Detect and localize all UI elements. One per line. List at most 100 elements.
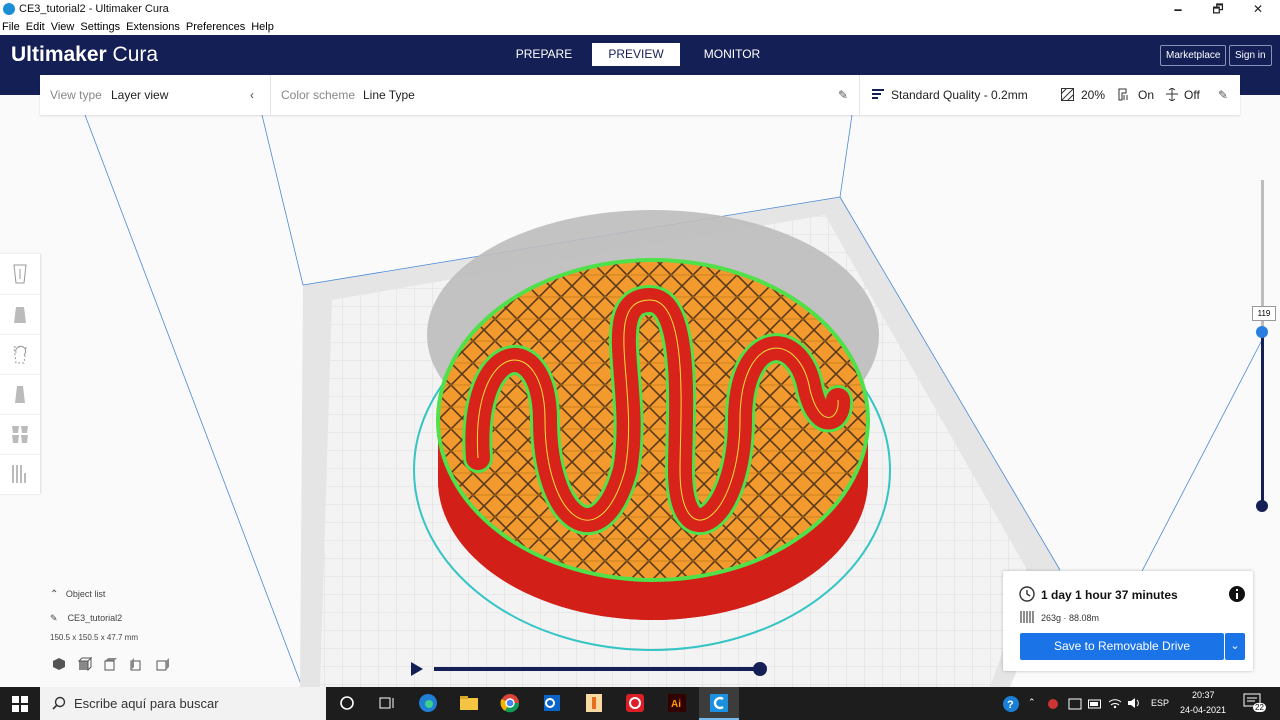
clock-time[interactable]: 20:37	[1192, 690, 1215, 700]
rotate-tool[interactable]	[0, 334, 40, 375]
layer-slider-bottom-handle[interactable]	[1256, 500, 1268, 512]
wifi-icon[interactable]	[1108, 697, 1122, 709]
signin-button[interactable]: Sign in	[1229, 45, 1272, 66]
taskbar-search-box[interactable]: Escribe aquí para buscar	[40, 687, 326, 720]
clock-date[interactable]: 24-04-2021	[1180, 705, 1226, 715]
per-model-settings-icon	[12, 426, 28, 443]
quality-profile-icon	[872, 88, 884, 103]
menu-view[interactable]: View	[51, 19, 75, 35]
simulation-track[interactable]	[434, 667, 762, 671]
edge-icon[interactable]	[418, 693, 438, 713]
mirror-tool[interactable]	[0, 374, 40, 415]
layer-slider[interactable]	[1261, 180, 1264, 508]
windows-start-icon[interactable]	[12, 696, 28, 712]
notification-center[interactable]: 22	[1243, 693, 1266, 715]
top-view-icon[interactable]	[104, 657, 118, 671]
chevron-left-icon[interactable]: ‹	[250, 88, 254, 102]
save-options-dropdown[interactable]: ⌄	[1225, 633, 1245, 660]
simulation-playbar	[410, 660, 770, 678]
cura-taskbar-button[interactable]	[699, 687, 739, 720]
info-icon[interactable]	[1229, 586, 1245, 602]
menu-extensions[interactable]: Extensions	[126, 19, 180, 35]
tray-chevron-icon[interactable]: ⌃	[1028, 697, 1036, 708]
support-value[interactable]: On	[1138, 88, 1154, 102]
tool-sidebar	[0, 254, 40, 495]
svg-text:?: ?	[1007, 699, 1014, 711]
play-icon[interactable]	[410, 662, 424, 676]
object-name-row[interactable]: ✎ CE3_tutorial2	[50, 613, 122, 624]
left-view-icon[interactable]	[130, 657, 144, 671]
chevron-down-icon: ⌄	[1230, 640, 1240, 652]
view-type-label: View type	[50, 88, 102, 102]
front-view-icon[interactable]	[77, 656, 93, 672]
object-list-label: Object list	[65, 589, 106, 599]
object-list-toggle[interactable]: ⌃ Object list	[50, 589, 105, 600]
input-language[interactable]: ESP	[1151, 698, 1169, 708]
color-scheme-label: Color scheme	[281, 88, 356, 102]
tray-security-icon[interactable]	[1068, 698, 1082, 710]
notification-count-badge: 22	[1253, 703, 1266, 712]
menu-file[interactable]: File	[2, 19, 20, 35]
app-logo: Ultimaker Cura	[11, 43, 159, 66]
windows-taskbar: Escribe aquí para buscar Ai ? ⌃ ESP 20:3…	[0, 687, 1280, 720]
right-view-icon[interactable]	[156, 657, 170, 671]
settings-pencil-icon[interactable]: ✎	[1218, 88, 1228, 102]
marketplace-button[interactable]: Marketplace	[1160, 45, 1227, 66]
outlook-icon[interactable]	[542, 693, 562, 713]
layer-slider-top-handle[interactable]	[1256, 326, 1268, 338]
inkscape-icon[interactable]	[584, 693, 604, 713]
save-to-removable-drive-button[interactable]: Save to Removable Drive	[1020, 633, 1224, 660]
search-placeholder: Escribe aquí para buscar	[74, 696, 219, 711]
tab-monitor[interactable]: MONITOR	[688, 43, 776, 66]
tab-prepare[interactable]: PREPARE	[500, 43, 588, 66]
window-title: CE3_tutorial2 - Ultimaker Cura	[19, 3, 169, 15]
chevron-up-icon: ⌃	[50, 589, 59, 600]
color-scheme-dropdown[interactable]: Line Type	[363, 88, 415, 102]
close-button[interactable]: ✕	[1243, 1, 1273, 18]
object-name: CE3_tutorial2	[67, 613, 123, 623]
layer-slider-range	[1261, 332, 1264, 506]
menu-edit[interactable]: Edit	[26, 19, 45, 35]
view-type-dropdown[interactable]: Layer view	[111, 88, 168, 102]
window-titlebar: CE3_tutorial2 - Ultimaker Cura 🗕 🗗 ✕	[0, 0, 1280, 19]
pencil-icon[interactable]: ✎	[838, 88, 848, 102]
material-estimate: 263g · 88.08m	[1041, 613, 1100, 623]
cortana-icon[interactable]	[337, 693, 357, 713]
3d-view-icon[interactable]	[52, 657, 66, 671]
scale-tool[interactable]	[0, 294, 40, 335]
per-model-settings-tool[interactable]	[0, 414, 40, 455]
file-explorer-icon[interactable]	[459, 693, 479, 713]
print-info-panel: 1 day 1 hour 37 minutes 263g · 88.08m Sa…	[1003, 571, 1253, 671]
help-icon[interactable]: ?	[1002, 695, 1020, 713]
infill-value[interactable]: 20%	[1081, 88, 1105, 102]
tray-app-icon[interactable]	[1046, 698, 1060, 710]
minimize-button[interactable]: 🗕	[1163, 1, 1193, 18]
menu-settings[interactable]: Settings	[80, 19, 120, 35]
tab-preview[interactable]: PREVIEW	[592, 43, 680, 66]
creative-cloud-icon[interactable]	[625, 693, 645, 713]
support-icon	[1118, 88, 1131, 104]
spool-icon	[1020, 611, 1034, 623]
battery-icon[interactable]	[1088, 699, 1102, 709]
volume-icon[interactable]	[1127, 697, 1141, 709]
scale-icon	[14, 307, 26, 323]
menu-preferences[interactable]: Preferences	[186, 19, 245, 35]
support-blocker-tool[interactable]	[0, 454, 40, 495]
simulation-handle[interactable]	[753, 662, 767, 676]
maximize-button[interactable]: 🗗	[1203, 1, 1233, 18]
cura-icon	[710, 694, 728, 712]
svg-text:Ai: Ai	[671, 699, 681, 710]
support-blocker-icon	[12, 465, 26, 483]
chrome-icon[interactable]	[500, 693, 520, 713]
adhesion-value[interactable]: Off	[1184, 88, 1200, 102]
illustrator-icon[interactable]: Ai	[667, 693, 687, 713]
layer-number-input[interactable]: 119	[1252, 306, 1276, 321]
quality-profile-value[interactable]: Standard Quality - 0.2mm	[891, 88, 1028, 102]
move-icon	[13, 264, 27, 284]
task-view-icon[interactable]	[377, 693, 397, 713]
move-tool[interactable]	[0, 254, 40, 295]
menu-help[interactable]: Help	[251, 19, 274, 35]
rotate-icon	[13, 345, 27, 364]
preview-toolbar: View type Layer view ‹ Color scheme Line…	[40, 75, 1240, 115]
cura-app-icon	[3, 3, 15, 15]
